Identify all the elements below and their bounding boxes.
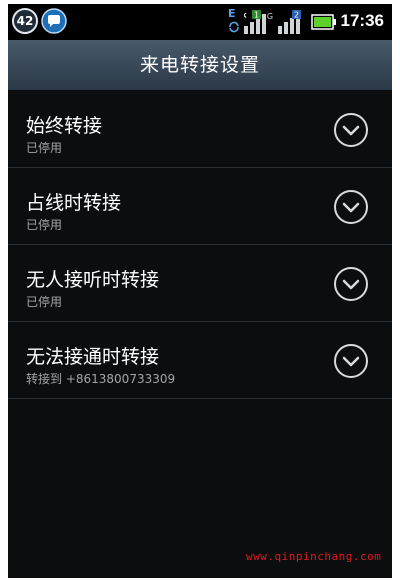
network-type-label: E xyxy=(228,7,236,20)
forwarding-options-list: 始终转接 已停用 占线时转接 已停用 无人接听时转接 已停用 无法接通时转接 转… xyxy=(8,91,392,399)
item-label: 无人接听时转接 xyxy=(26,269,160,291)
battery-icon xyxy=(311,14,336,30)
message-bubble-icon[interactable] xyxy=(41,8,67,34)
list-item-always-forward[interactable]: 始终转接 已停用 xyxy=(8,91,392,168)
chevron-down-icon[interactable] xyxy=(333,189,369,225)
item-label: 无法接通时转接 xyxy=(26,346,160,368)
sim1-signal-icon: 1 G × xyxy=(244,10,273,34)
status-bar: 42 E 1 G × 2 xyxy=(8,4,392,40)
phone-screen: 42 E 1 G × 2 xyxy=(8,4,392,578)
chevron-down-icon[interactable] xyxy=(333,112,369,148)
page-title: 来电转接设置 xyxy=(139,54,260,76)
data-sync-icon xyxy=(229,21,239,33)
chevron-down-icon[interactable] xyxy=(333,266,369,302)
chevron-down-icon[interactable] xyxy=(333,343,369,379)
notification-count-badge[interactable]: 42 xyxy=(12,8,38,34)
list-item-busy-forward[interactable]: 占线时转接 已停用 xyxy=(8,168,392,245)
item-status: 转接到 +8613800733309 xyxy=(26,372,176,386)
item-status: 已停用 xyxy=(26,141,63,155)
item-status: 已停用 xyxy=(26,295,63,309)
item-status: 已停用 xyxy=(26,218,63,232)
status-clock: 17:36 xyxy=(340,11,384,30)
item-label: 占线时转接 xyxy=(26,192,122,214)
sim1-network-label: G xyxy=(267,12,273,21)
sim2-badge: 2 xyxy=(294,11,299,20)
item-label: 始终转接 xyxy=(26,115,103,137)
watermark-text: www.qinpinchang.com xyxy=(246,550,382,563)
sim2-signal-icon: 2 xyxy=(278,10,301,34)
sim1-badge: 1 xyxy=(254,11,259,20)
list-item-unreachable-forward[interactable]: 无法接通时转接 转接到 +8613800733309 xyxy=(8,322,392,399)
svg-text:×: × xyxy=(244,11,248,21)
list-item-no-answer-forward[interactable]: 无人接听时转接 已停用 xyxy=(8,245,392,322)
title-bar: 来电转接设置 xyxy=(8,40,392,91)
